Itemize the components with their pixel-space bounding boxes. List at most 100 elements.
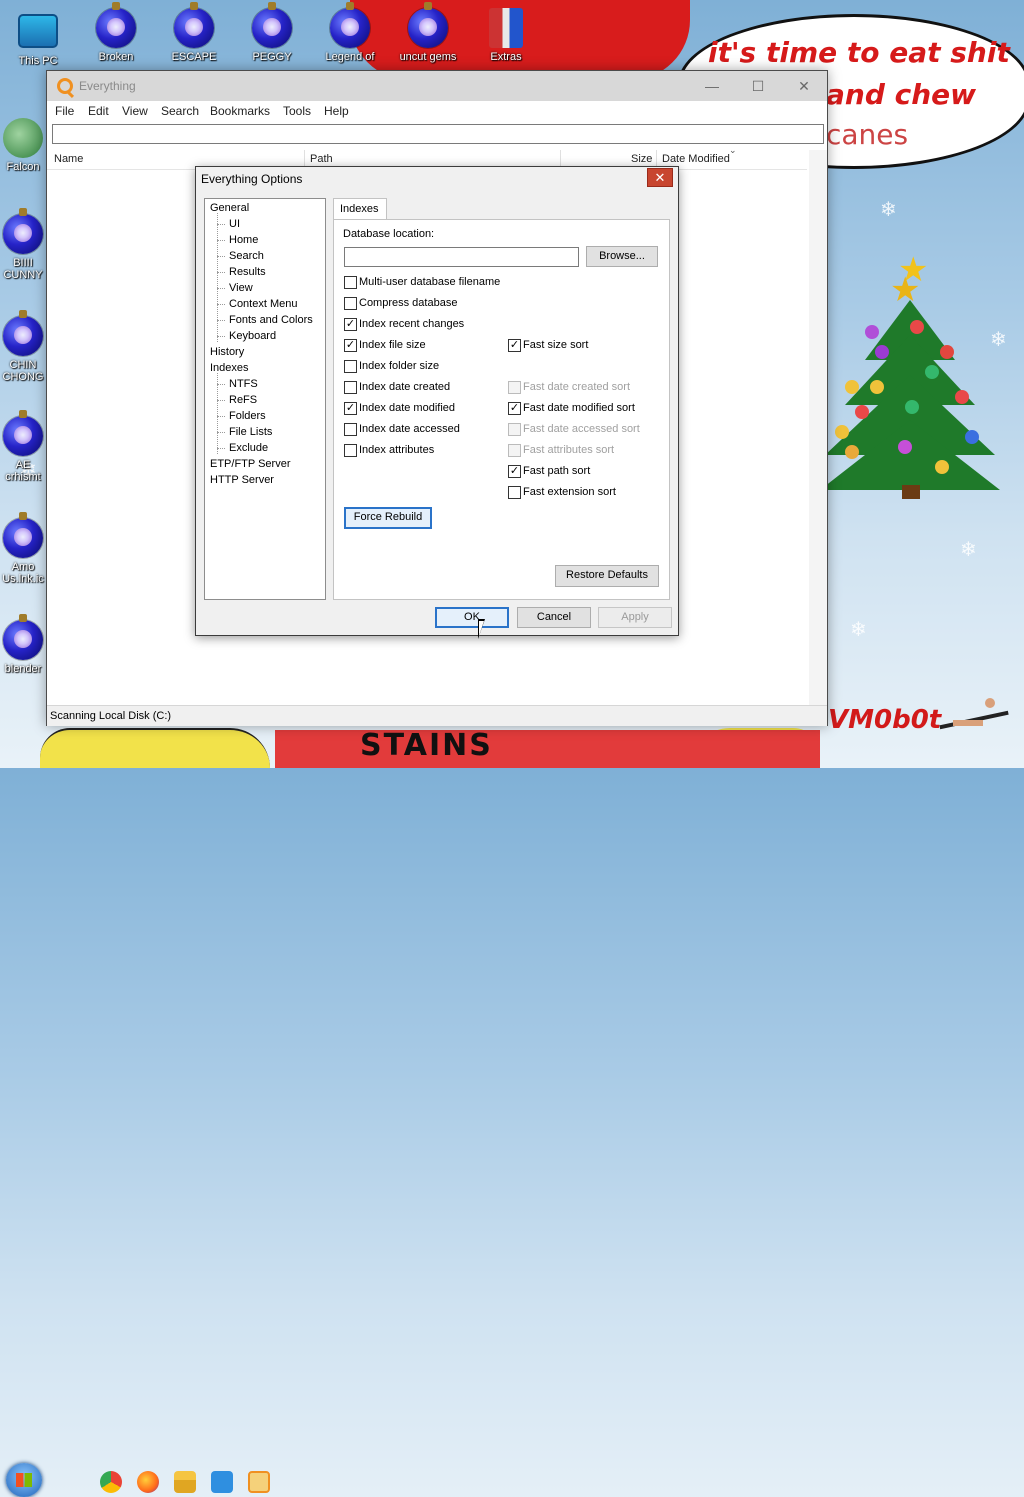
desktop-icon-biiii[interactable]: BIIII CUNNY xyxy=(0,208,46,281)
checkbox-index-attributes[interactable] xyxy=(344,444,357,457)
column-size[interactable]: Size xyxy=(631,153,652,165)
start-orb-icon[interactable] xyxy=(6,1463,42,1497)
cancel-button[interactable]: Cancel xyxy=(517,607,591,628)
menu-file[interactable]: File xyxy=(55,104,74,118)
checkbox-label: Fast extension sort xyxy=(523,486,616,498)
checkbox-fast-date-accessed-sort xyxy=(508,423,521,436)
status-bar: Scanning Local Disk (C:) xyxy=(47,705,827,726)
results-scrollbar[interactable] xyxy=(809,150,827,705)
tree-item-refs[interactable]: ReFS xyxy=(229,394,257,406)
tree-item-folders[interactable]: Folders xyxy=(229,410,266,422)
restore-defaults-button[interactable]: Restore Defaults xyxy=(555,565,659,587)
falcon-icon xyxy=(3,118,43,158)
speech-bubble-line: and chew xyxy=(826,78,977,111)
column-name[interactable]: Name xyxy=(54,153,83,165)
search-input[interactable] xyxy=(52,124,824,144)
menu-tools[interactable]: Tools xyxy=(283,104,311,118)
menu-search[interactable]: Search xyxy=(161,104,199,118)
checkbox-label: Index recent changes xyxy=(359,318,465,330)
file-explorer-icon[interactable] xyxy=(174,1471,196,1493)
tree-item-etp-ftp-server[interactable]: ETP/FTP Server xyxy=(210,458,290,470)
menu-edit[interactable]: Edit xyxy=(88,104,109,118)
tab-indexes[interactable]: Indexes xyxy=(333,198,387,220)
snowflake-icon: ❄ xyxy=(960,539,977,561)
checkbox-fast-size-sort[interactable]: ✓ xyxy=(508,339,521,352)
menu-view[interactable]: View xyxy=(122,104,148,118)
checkbox-label: Fast size sort xyxy=(523,339,589,351)
browse-button[interactable]: Browse... xyxy=(586,246,658,267)
menu-help[interactable]: Help xyxy=(324,104,349,118)
minimize-button[interactable]: — xyxy=(689,71,735,101)
tree-item-history[interactable]: History xyxy=(210,346,244,358)
desktop-icon-this-pc[interactable]: This PC xyxy=(8,12,68,67)
status-text: Scanning Local Disk (C:) xyxy=(50,710,172,722)
checkbox-index-file-size[interactable]: ✓ xyxy=(344,339,357,352)
tree-item-indexes[interactable]: Indexes xyxy=(210,362,249,374)
checkbox-fast-path-sort[interactable]: ✓ xyxy=(508,465,521,478)
ornament-icon xyxy=(3,614,43,660)
column-path[interactable]: Path xyxy=(310,153,333,165)
desktop-icon-extras[interactable]: Extras xyxy=(476,8,536,63)
checkbox-fast-extension-sort[interactable] xyxy=(508,486,521,499)
checkbox-multi-user-database[interactable] xyxy=(344,276,357,289)
tree-item-context-menu[interactable]: Context Menu xyxy=(229,298,297,310)
checkbox-index-date-created[interactable] xyxy=(344,381,357,394)
ornament-icon xyxy=(96,2,136,48)
tree-item-ntfs[interactable]: NTFS xyxy=(229,378,258,390)
desktop-icon-ae[interactable]: AE crhismt xyxy=(0,410,46,483)
tree-item-exclude[interactable]: Exclude xyxy=(229,442,268,454)
firefox-icon[interactable] xyxy=(137,1471,159,1493)
tree-item-ui[interactable]: UI xyxy=(229,218,240,230)
tree-item-http-server[interactable]: HTTP Server xyxy=(210,474,274,486)
checkbox-index-date-accessed[interactable] xyxy=(344,423,357,436)
tree-item-fonts-and-colors[interactable]: Fonts and Colors xyxy=(229,314,313,326)
tree-item-home[interactable]: Home xyxy=(229,234,258,246)
everything-search-icon[interactable] xyxy=(248,1471,270,1493)
database-location-input[interactable] xyxy=(344,247,579,267)
desktop-icon-blender[interactable]: blender xyxy=(0,614,46,675)
tree-item-general[interactable]: General xyxy=(210,202,249,214)
force-rebuild-button[interactable]: Force Rebuild xyxy=(344,507,432,529)
monitor-icon xyxy=(18,14,58,48)
checkbox-fast-date-modified-sort[interactable]: ✓ xyxy=(508,402,521,415)
desktop-icon-falcon[interactable]: Falcon xyxy=(0,118,46,173)
desktop-icon-escape[interactable]: ESCAPE xyxy=(164,2,224,63)
dialog-close-button[interactable]: ✕ xyxy=(647,168,673,187)
desktop-icon-uncut-gems[interactable]: uncut gems xyxy=(398,2,458,63)
checkbox-index-folder-size[interactable] xyxy=(344,360,357,373)
close-button[interactable]: ✕ xyxy=(781,71,827,101)
tree-item-results[interactable]: Results xyxy=(229,266,266,278)
desktop-icon-legend-of[interactable]: Legend of xyxy=(320,2,380,63)
checkbox-label: Index date accessed xyxy=(359,423,460,435)
menu-bookmarks[interactable]: Bookmarks xyxy=(210,104,270,118)
tree-item-search[interactable]: Search xyxy=(229,250,264,262)
desktop-icon-among-us[interactable]: Amo Us.lnk.ic xyxy=(0,512,46,585)
tree-item-view[interactable]: View xyxy=(229,282,253,294)
checkbox-label: Fast attributes sort xyxy=(523,444,615,456)
apply-button[interactable]: Apply xyxy=(598,607,672,628)
checkbox-compress-database[interactable] xyxy=(344,297,357,310)
checkbox-label: Fast date modified sort xyxy=(523,402,635,414)
ornament-icon xyxy=(3,310,43,356)
tree-item-file-lists[interactable]: File Lists xyxy=(229,426,272,438)
desktop-icon-chin-chong[interactable]: CHIN CHONG xyxy=(0,310,46,383)
column-date-modified[interactable]: Date Modified xyxy=(662,153,730,165)
desktop-icon-broken[interactable]: Broken xyxy=(86,2,146,63)
title-bar[interactable]: Everything — ☐ ✕ xyxy=(47,71,827,101)
snowflake-icon: ❄ xyxy=(880,199,897,221)
checkbox-label: Fast date accessed sort xyxy=(523,423,640,435)
maximize-button[interactable]: ☐ xyxy=(735,71,781,101)
snowflake-icon: ❄ xyxy=(850,619,867,641)
ornament-icon xyxy=(330,2,370,48)
ornament-icon xyxy=(252,2,292,48)
notepad-icon[interactable] xyxy=(211,1471,233,1493)
ornament-icon xyxy=(408,2,448,48)
checkbox-index-date-modified[interactable]: ✓ xyxy=(344,402,357,415)
tree-item-keyboard[interactable]: Keyboard xyxy=(229,330,276,342)
dialog-title: Everything Options xyxy=(201,172,303,186)
dialog-title-bar[interactable]: Everything Options ✕ xyxy=(196,167,678,191)
desktop-icon-peggy[interactable]: PEGGY xyxy=(242,2,302,63)
chrome-icon[interactable] xyxy=(100,1471,122,1493)
checkbox-index-recent-changes[interactable]: ✓ xyxy=(344,318,357,331)
ok-button[interactable]: OK xyxy=(435,607,509,628)
